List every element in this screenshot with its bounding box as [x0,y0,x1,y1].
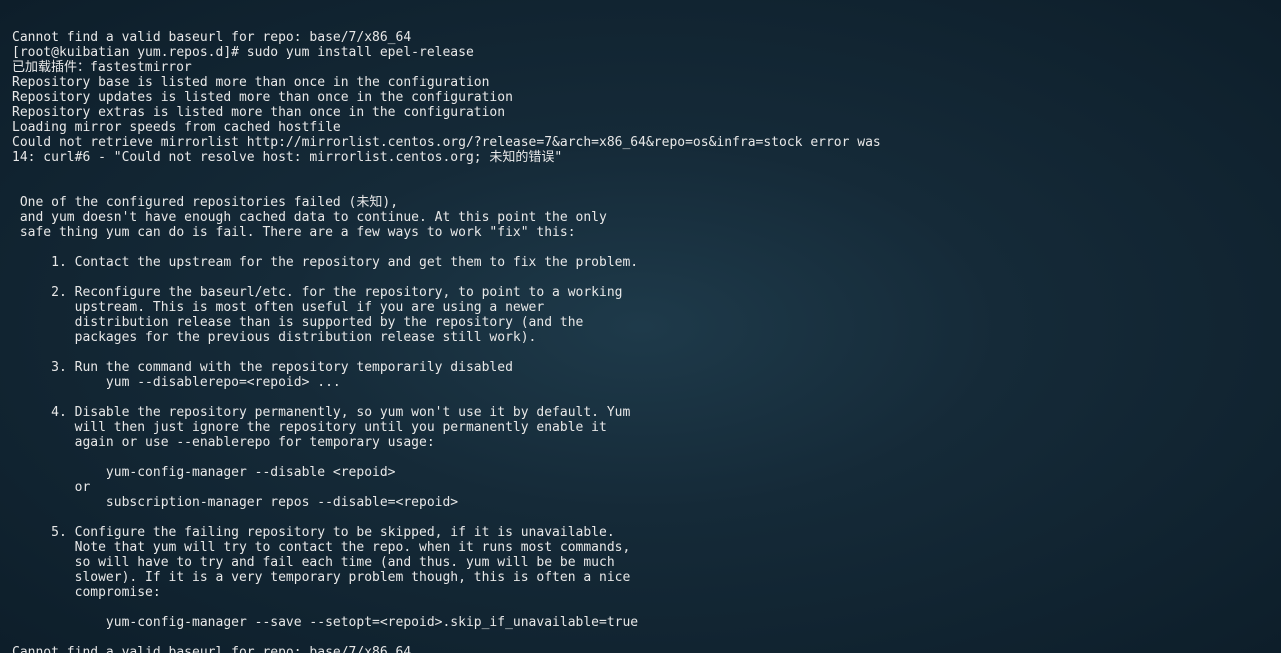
terminal-line: Could not retrieve mirrorlist http://mir… [12,135,1269,150]
terminal-line: safe thing yum can do is fail. There are… [12,225,1269,240]
terminal-line: Cannot find a valid baseurl for repo: ba… [12,30,1269,45]
terminal-line: compromise: [12,585,1269,600]
terminal-line: Cannot find a valid baseurl for repo: ba… [12,645,1269,653]
terminal-line: distribution release than is supported b… [12,315,1269,330]
terminal-line: 2. Reconfigure the baseurl/etc. for the … [12,285,1269,300]
terminal-line [12,450,1269,465]
terminal-line: yum-config-manager --disable <repoid> [12,465,1269,480]
terminal-line [12,165,1269,180]
terminal-line [12,390,1269,405]
terminal-line: so will have to try and fail each time (… [12,555,1269,570]
terminal-line: subscription-manager repos --disable=<re… [12,495,1269,510]
terminal-line: or [12,480,1269,495]
terminal-line: will then just ignore the repository unt… [12,420,1269,435]
terminal-line: Note that yum will try to contact the re… [12,540,1269,555]
terminal-line: [root@kuibatian yum.repos.d]# sudo yum i… [12,45,1269,60]
terminal-line: 1. Contact the upstream for the reposito… [12,255,1269,270]
terminal-line [12,240,1269,255]
terminal-line: and yum doesn't have enough cached data … [12,210,1269,225]
terminal-line: 14: curl#6 - "Could not resolve host: mi… [12,150,1269,165]
terminal-output: Cannot find a valid baseurl for repo: ba… [12,30,1269,653]
terminal-line [12,600,1269,615]
terminal-line: 3. Run the command with the repository t… [12,360,1269,375]
terminal-line: 4. Disable the repository permanently, s… [12,405,1269,420]
terminal-line: One of the configured repositories faile… [12,195,1269,210]
terminal-line: upstream. This is most often useful if y… [12,300,1269,315]
terminal-line [12,180,1269,195]
terminal-line: Repository updates is listed more than o… [12,90,1269,105]
terminal-line: 5. Configure the failing repository to b… [12,525,1269,540]
terminal-line: Repository extras is listed more than on… [12,105,1269,120]
terminal-line [12,510,1269,525]
terminal-line: Loading mirror speeds from cached hostfi… [12,120,1269,135]
terminal-line: packages for the previous distribution r… [12,330,1269,345]
terminal-line: yum --disablerepo=<repoid> ... [12,375,1269,390]
terminal-line [12,345,1269,360]
terminal-line: 已加载插件：fastestmirror [12,60,1269,75]
terminal-window[interactable]: Cannot find a valid baseurl for repo: ba… [0,0,1281,653]
terminal-line: slower). If it is a very temporary probl… [12,570,1269,585]
terminal-line [12,630,1269,645]
terminal-line [12,270,1269,285]
terminal-line: again or use --enablerepo for temporary … [12,435,1269,450]
terminal-line: yum-config-manager --save --setopt=<repo… [12,615,1269,630]
terminal-line: Repository base is listed more than once… [12,75,1269,90]
